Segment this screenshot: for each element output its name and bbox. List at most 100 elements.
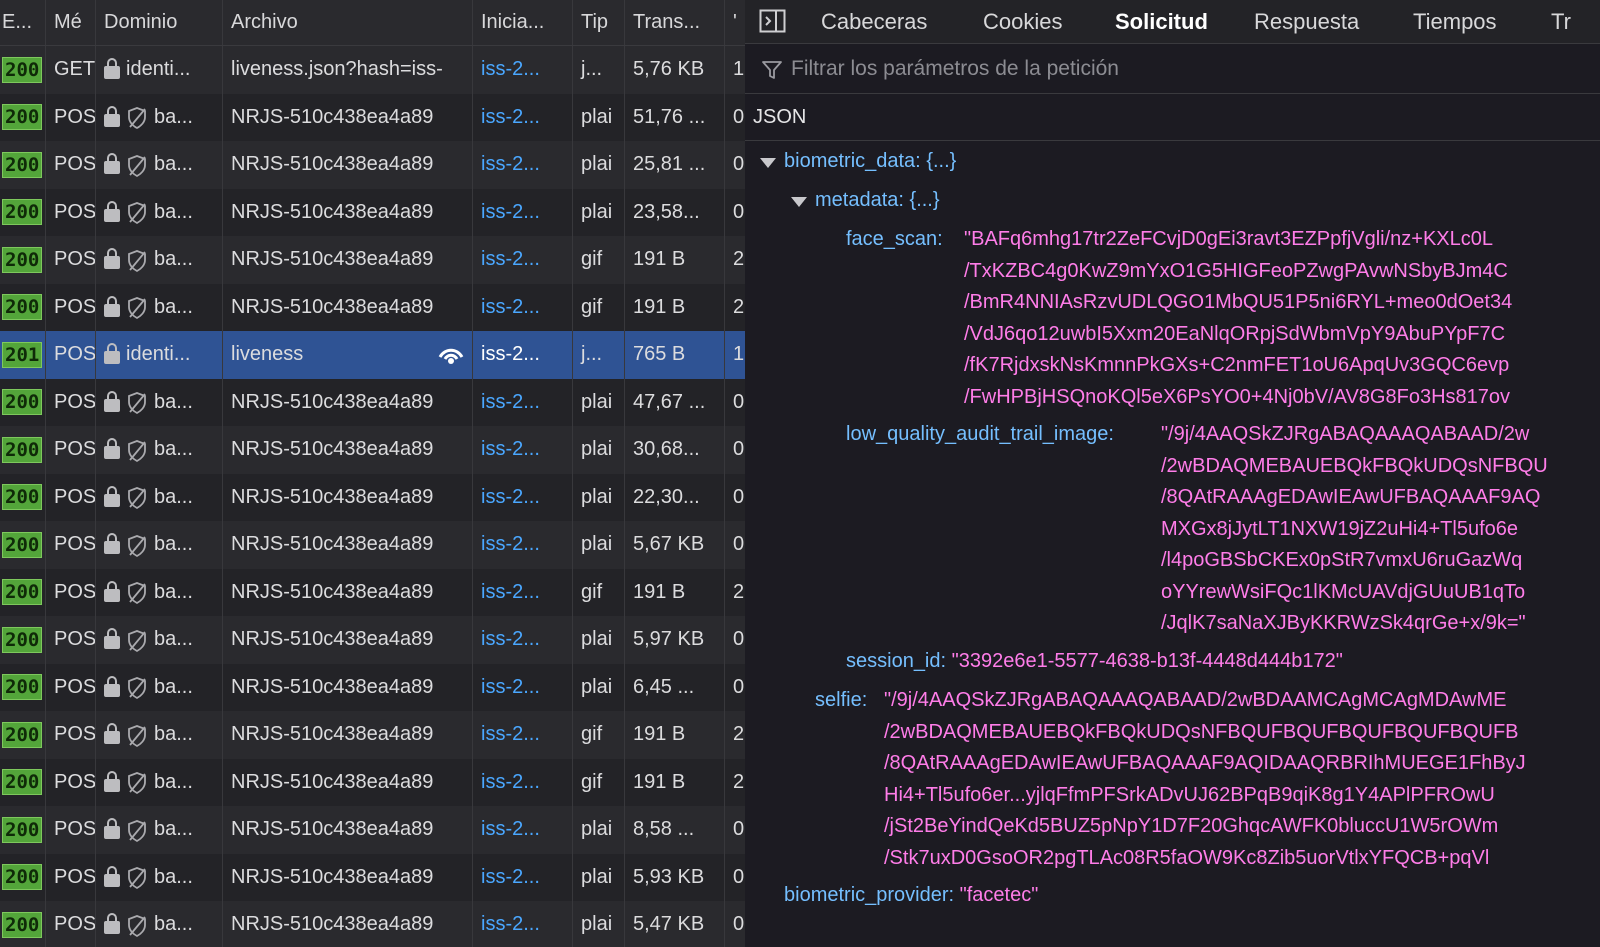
- col-method-header[interactable]: Mé: [46, 0, 96, 45]
- table-row[interactable]: 200 POS ba... NRJS-510c438ea4a89 iss-2... gif…: [0, 568, 760, 616]
- domain-text: ba...: [154, 438, 193, 461]
- extra-text: 0: [733, 200, 745, 223]
- cell-file: NRJS-510c438ea4a89: [223, 521, 473, 569]
- params-filter-input[interactable]: [789, 54, 1553, 84]
- table-row[interactable]: 200 POS ba... NRJS-510c438ea4a89 iss-2... pla…: [0, 853, 760, 901]
- initiator-text[interactable]: iss-2...: [481, 913, 540, 936]
- initiator-text[interactable]: iss-2...: [481, 248, 540, 271]
- initiator-text[interactable]: iss-2...: [481, 628, 540, 651]
- table-row[interactable]: 201 POS identi... liveness iss-2... j... 765 B…: [0, 331, 760, 379]
- col-file-header[interactable]: Archivo: [223, 0, 473, 45]
- json-node-biometric-data[interactable]: biometric_data: {...}: [784, 150, 956, 173]
- type-text: plai: [581, 105, 613, 128]
- cell-file: NRJS-510c438ea4a89: [223, 663, 473, 711]
- file-text: NRJS-510c438ea4a89: [231, 200, 434, 223]
- transferred-text: 5,76 KB: [633, 58, 705, 81]
- expand-triangle-icon[interactable]: [760, 158, 776, 168]
- tab-truncated[interactable]: Tr: [1551, 0, 1571, 43]
- initiator-text[interactable]: iss-2...: [481, 866, 540, 889]
- cell-transferred: 191 B: [625, 711, 725, 759]
- table-row[interactable]: 200 POS ba... NRJS-510c438ea4a89 iss-2... pla…: [0, 473, 760, 521]
- domain-text: ba...: [154, 533, 193, 556]
- transferred-text: 191 B: [633, 770, 686, 793]
- table-row[interactable]: 200 POS ba... NRJS-510c438ea4a89 iss-2... gif…: [0, 283, 760, 331]
- table-row[interactable]: 200 POS ba... NRJS-510c438ea4a89 iss-2... pla…: [0, 521, 760, 569]
- tracker-icon: [126, 534, 146, 557]
- initiator-text[interactable]: iss-2...: [481, 296, 540, 319]
- table-row[interactable]: 200 POS ba... NRJS-510c438ea4a89 iss-2... gif…: [0, 236, 760, 284]
- tracker-icon: [126, 866, 146, 890]
- tracker-icon: [126, 391, 146, 415]
- lock-icon: [104, 770, 120, 792]
- cell-status: 200: [0, 901, 46, 947]
- table-row[interactable]: 200 POS ba... NRJS-510c438ea4a89 iss-2... pla…: [0, 806, 760, 854]
- status-badge: 200: [2, 246, 43, 273]
- status-badge: 200: [2, 484, 43, 511]
- transferred-text: 51,76 ...: [633, 105, 706, 128]
- table-row[interactable]: 200 POS ba... NRJS-510c438ea4a89 iss-2... gif…: [0, 758, 760, 806]
- json-section-header[interactable]: JSON: [745, 94, 1600, 141]
- file-text: NRJS-510c438ea4a89: [231, 675, 434, 698]
- lock-icon: [104, 153, 120, 175]
- dock-toggle-icon[interactable]: [759, 8, 787, 39]
- initiator-text[interactable]: iss-2...: [481, 486, 540, 509]
- table-row[interactable]: 200 GET identi... liveness.json?hash=iss-is…: [0, 46, 760, 94]
- lock-icon: [104, 723, 120, 745]
- table-row[interactable]: 200 POS ba... NRJS-510c438ea4a89 iss-2... pla…: [0, 426, 760, 474]
- col-transferred-header[interactable]: Trans...: [625, 0, 725, 45]
- file-text: NRJS-510c438ea4a89: [231, 295, 434, 318]
- type-text: plai: [581, 438, 613, 461]
- table-row[interactable]: 200 POS ba... NRJS-510c438ea4a89 iss-2... pla…: [0, 901, 760, 947]
- extra-text: 0: [733, 913, 745, 936]
- table-row[interactable]: 200 POS ba... NRJS-510c438ea4a89 iss-2... pla…: [0, 188, 760, 236]
- initiator-text[interactable]: iss-2...: [481, 581, 540, 604]
- initiator-text[interactable]: iss-2...: [481, 153, 540, 176]
- initiator-text[interactable]: iss-2...: [481, 201, 540, 224]
- tab-headers[interactable]: Cabeceras: [821, 0, 927, 43]
- cell-type: plai: [573, 473, 625, 521]
- initiator-text[interactable]: iss-2...: [481, 106, 540, 129]
- cell-initiator: iss-2...: [473, 663, 573, 711]
- initiator-text[interactable]: iss-2...: [481, 533, 540, 556]
- col-type-header[interactable]: Tip: [573, 0, 625, 45]
- table-row[interactable]: 200 POS ba... NRJS-510c438ea4a89 iss-2... pla…: [0, 93, 760, 141]
- col-domain-header[interactable]: Dominio: [96, 0, 223, 45]
- col-initiator-header[interactable]: Inicia...: [473, 0, 573, 45]
- file-text: NRJS-510c438ea4a89: [231, 390, 434, 413]
- transferred-text: 25,81 ...: [633, 153, 706, 176]
- type-text: gif: [581, 580, 603, 603]
- initiator-text[interactable]: iss-2...: [481, 343, 540, 366]
- table-row[interactable]: 200 POS ba... NRJS-510c438ea4a89 iss-2... gif…: [0, 711, 760, 759]
- cell-status: 200: [0, 711, 46, 759]
- file-text: liveness: [231, 343, 304, 366]
- table-row[interactable]: 200 POS ba... NRJS-510c438ea4a89 iss-2... pla…: [0, 141, 760, 189]
- initiator-text[interactable]: iss-2...: [481, 771, 540, 794]
- tab-response[interactable]: Respuesta: [1254, 0, 1359, 43]
- cell-type: plai: [573, 141, 625, 189]
- extra-text: 1: [733, 58, 745, 81]
- initiator-text[interactable]: iss-2...: [481, 676, 540, 699]
- initiator-text[interactable]: iss-2...: [481, 438, 540, 461]
- tab-timings[interactable]: Tiempos: [1413, 0, 1497, 43]
- table-header: E... Mé Dominio Archivo Inicia... Tip Tr…: [0, 0, 760, 46]
- expand-triangle-icon[interactable]: [791, 197, 807, 207]
- table-row[interactable]: 200 POS ba... NRJS-510c438ea4a89 iss-2... pla…: [0, 663, 760, 711]
- initiator-text[interactable]: iss-2...: [481, 58, 540, 81]
- tab-request[interactable]: Solicitud: [1115, 0, 1208, 43]
- cell-status: 200: [0, 473, 46, 521]
- transferred-text: 47,67 ...: [633, 390, 706, 413]
- domain-text: ba...: [154, 105, 193, 128]
- col-status-header[interactable]: E...: [0, 0, 46, 45]
- initiator-text[interactable]: iss-2...: [481, 818, 540, 841]
- transferred-text: 6,45 ...: [633, 675, 695, 698]
- lock-icon: [104, 818, 120, 840]
- file-text: NRJS-510c438ea4a89: [231, 153, 434, 176]
- tab-cookies[interactable]: Cookies: [983, 0, 1062, 43]
- table-row[interactable]: 200 POS ba... NRJS-510c438ea4a89 iss-2... pla…: [0, 616, 760, 664]
- initiator-text[interactable]: iss-2...: [481, 723, 540, 746]
- json-node-metadata[interactable]: metadata: {...}: [815, 189, 940, 212]
- initiator-text[interactable]: iss-2...: [481, 391, 540, 414]
- table-row[interactable]: 200 POS ba... NRJS-510c438ea4a89 iss-2... pla…: [0, 378, 760, 426]
- transferred-text: 23,58...: [633, 200, 700, 223]
- cell-domain: ba...: [96, 473, 223, 521]
